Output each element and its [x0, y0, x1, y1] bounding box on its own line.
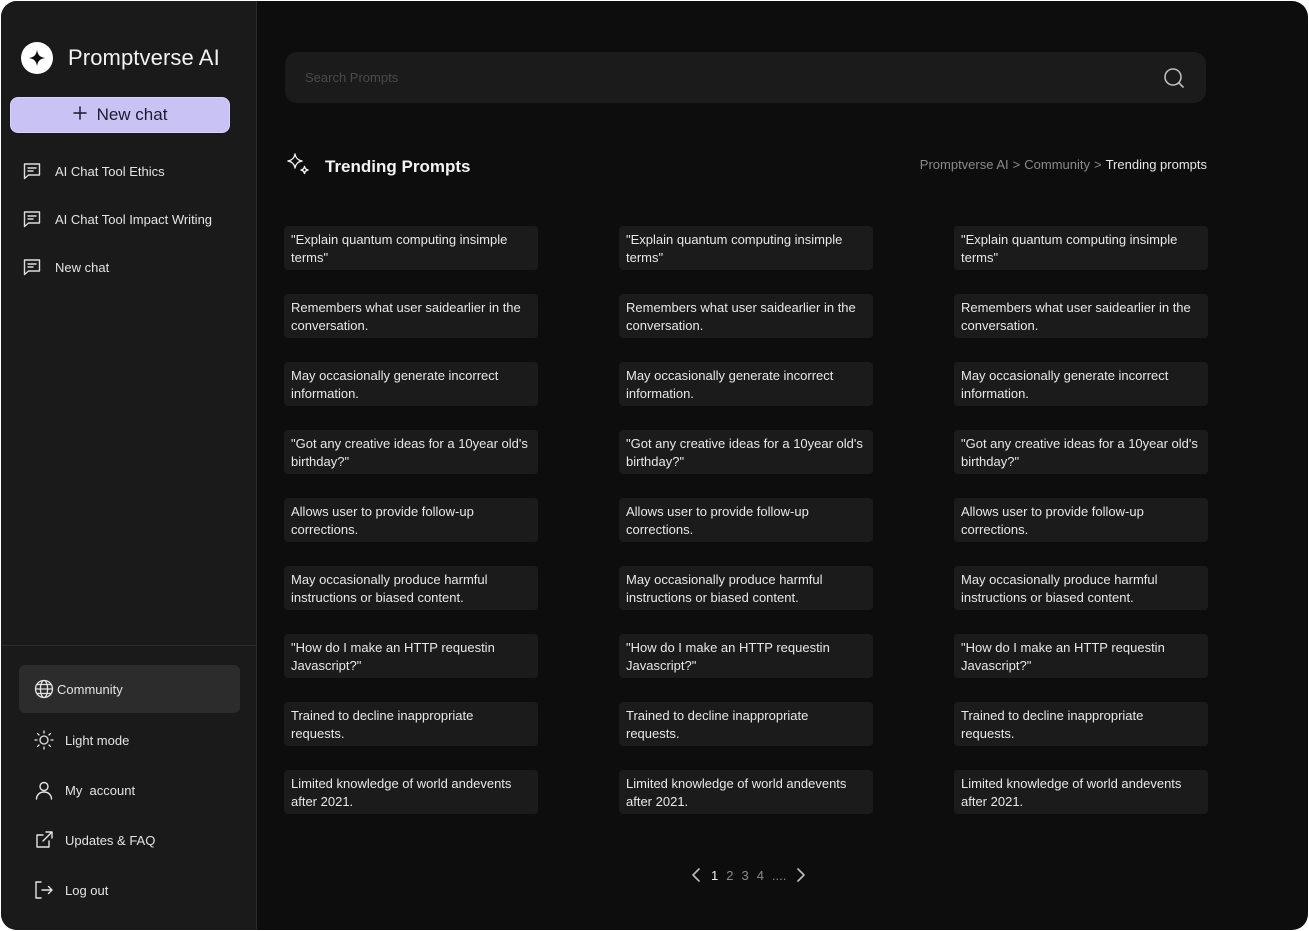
breadcrumb-separator: > — [1012, 157, 1021, 172]
app-title: Promptverse AI — [68, 45, 220, 70]
sun-icon — [33, 729, 55, 751]
sparkles-icon — [285, 151, 311, 182]
prompt-card[interactable]: Remembers what user saidearlier in the c… — [619, 294, 873, 338]
prompt-card[interactable]: "How do I make an HTTP requestin Javascr… — [954, 634, 1208, 678]
prompt-card[interactable]: "Got any creative ideas for a 10year old… — [284, 430, 538, 474]
breadcrumb-root[interactable]: Promptverse AI — [920, 157, 1009, 172]
prompt-card[interactable]: Allows user to provide follow-up correct… — [284, 498, 538, 542]
prompt-card[interactable]: Allows user to provide follow-up correct… — [954, 498, 1208, 542]
prompt-card[interactable]: Trained to decline inappropriate request… — [284, 702, 538, 746]
chat-bubble-icon — [21, 256, 43, 278]
breadcrumb-current: Trending prompts — [1105, 157, 1207, 172]
nav-item-label: My account — [65, 782, 136, 798]
page-link[interactable]: 3 — [741, 868, 748, 883]
section-header: Trending Prompts — [285, 151, 470, 182]
breadcrumb-community[interactable]: Community — [1024, 157, 1090, 172]
app-window: Promptverse AI New chat AI Chat Tool Eth… — [1, 1, 1308, 930]
brand: Promptverse AI — [21, 42, 220, 74]
chat-item[interactable]: AI Chat Tool Impact Writing — [21, 195, 241, 243]
section-title: Trending Prompts — [325, 156, 471, 176]
prompt-card[interactable]: Limited knowledge of world andevents aft… — [619, 770, 873, 814]
prompt-card[interactable]: Allows user to provide follow-up correct… — [619, 498, 873, 542]
logo-icon — [21, 42, 53, 74]
chevron-left-icon[interactable] — [689, 867, 703, 883]
prompt-card[interactable]: May occasionally generate incorrect info… — [954, 362, 1208, 406]
globe-icon — [33, 678, 55, 700]
nav-item-label: Updates & FAQ — [65, 832, 156, 848]
chat-item[interactable]: New chat — [21, 243, 241, 291]
plus-icon — [72, 105, 87, 125]
nav-item-my-account[interactable]: My account — [19, 765, 240, 815]
bottom-nav: Community Light mode My account Updates … — [19, 665, 240, 915]
prompt-card[interactable]: Limited knowledge of world andevents aft… — [284, 770, 538, 814]
prompt-card[interactable]: Remembers what user saidearlier in the c… — [954, 294, 1208, 338]
page-link[interactable]: 4 — [757, 868, 764, 883]
prompt-card[interactable]: May occasionally produce harmful instruc… — [284, 566, 538, 610]
prompt-card[interactable]: May occasionally generate incorrect info… — [619, 362, 873, 406]
chat-item-label: AI Chat Tool Impact Writing — [55, 211, 213, 227]
page-link[interactable]: 1 — [711, 868, 718, 883]
chevron-right-icon[interactable] — [794, 867, 808, 883]
prompt-card[interactable]: May occasionally generate incorrect info… — [284, 362, 538, 406]
prompt-grid: "Explain quantum computing insimple term… — [284, 226, 1208, 814]
page-link[interactable]: 2 — [726, 868, 733, 883]
chat-item-label: New chat — [55, 259, 110, 275]
nav-item-label: Light mode — [65, 732, 130, 748]
sidebar-divider — [1, 645, 257, 646]
user-icon — [33, 779, 55, 801]
prompt-card[interactable]: Trained to decline inappropriate request… — [619, 702, 873, 746]
search-bar — [285, 52, 1206, 103]
new-chat-button[interactable]: New chat — [10, 97, 230, 133]
new-chat-label: New chat — [96, 105, 168, 124]
search-input[interactable] — [305, 70, 1162, 85]
external-link-icon — [33, 829, 55, 851]
main-content: Trending Prompts Promptverse AI > Commun… — [257, 1, 1308, 930]
breadcrumb: Promptverse AI > Community > Trending pr… — [920, 157, 1207, 172]
nav-item-light-mode[interactable]: Light mode — [19, 715, 240, 765]
chat-item[interactable]: AI Chat Tool Ethics — [21, 147, 241, 195]
logout-icon — [33, 879, 55, 901]
nav-item-log-out[interactable]: Log out — [19, 865, 240, 915]
prompt-card[interactable]: "How do I make an HTTP requestin Javascr… — [284, 634, 538, 678]
nav-item-updates-faq[interactable]: Updates & FAQ — [19, 815, 240, 865]
chat-item-label: AI Chat Tool Ethics — [55, 163, 165, 179]
chat-bubble-icon — [21, 208, 43, 230]
search-icon[interactable] — [1162, 66, 1186, 90]
prompt-card[interactable]: "Explain quantum computing insimple term… — [284, 226, 538, 270]
prompt-card[interactable]: Limited knowledge of world andevents aft… — [954, 770, 1208, 814]
nav-item-label: Log out — [65, 882, 109, 898]
prompt-card[interactable]: "Explain quantum computing insimple term… — [954, 226, 1208, 270]
pagination: 1 2 3 4 .... — [689, 867, 808, 883]
sidebar: Promptverse AI New chat AI Chat Tool Eth… — [1, 1, 257, 930]
prompt-card[interactable]: "Got any creative ideas for a 10year old… — [954, 430, 1208, 474]
prompt-card[interactable]: Remembers what user saidearlier in the c… — [284, 294, 538, 338]
page-ellipsis: .... — [771, 867, 787, 883]
prompt-card[interactable]: May occasionally produce harmful instruc… — [619, 566, 873, 610]
breadcrumb-separator: > — [1094, 157, 1102, 172]
prompt-card[interactable]: Trained to decline inappropriate request… — [954, 702, 1208, 746]
chat-history: AI Chat Tool Ethics AI Chat Tool Impact … — [21, 147, 241, 291]
prompt-card[interactable]: May occasionally produce harmful instruc… — [954, 566, 1208, 610]
chat-bubble-icon — [21, 160, 43, 182]
prompt-card[interactable]: "Explain quantum computing insimple term… — [619, 226, 873, 270]
nav-item-label: Community — [57, 681, 123, 697]
prompt-card[interactable]: "Got any creative ideas for a 10year old… — [619, 430, 873, 474]
prompt-card[interactable]: "How do I make an HTTP requestin Javascr… — [619, 634, 873, 678]
nav-item-community[interactable]: Community — [19, 665, 240, 713]
